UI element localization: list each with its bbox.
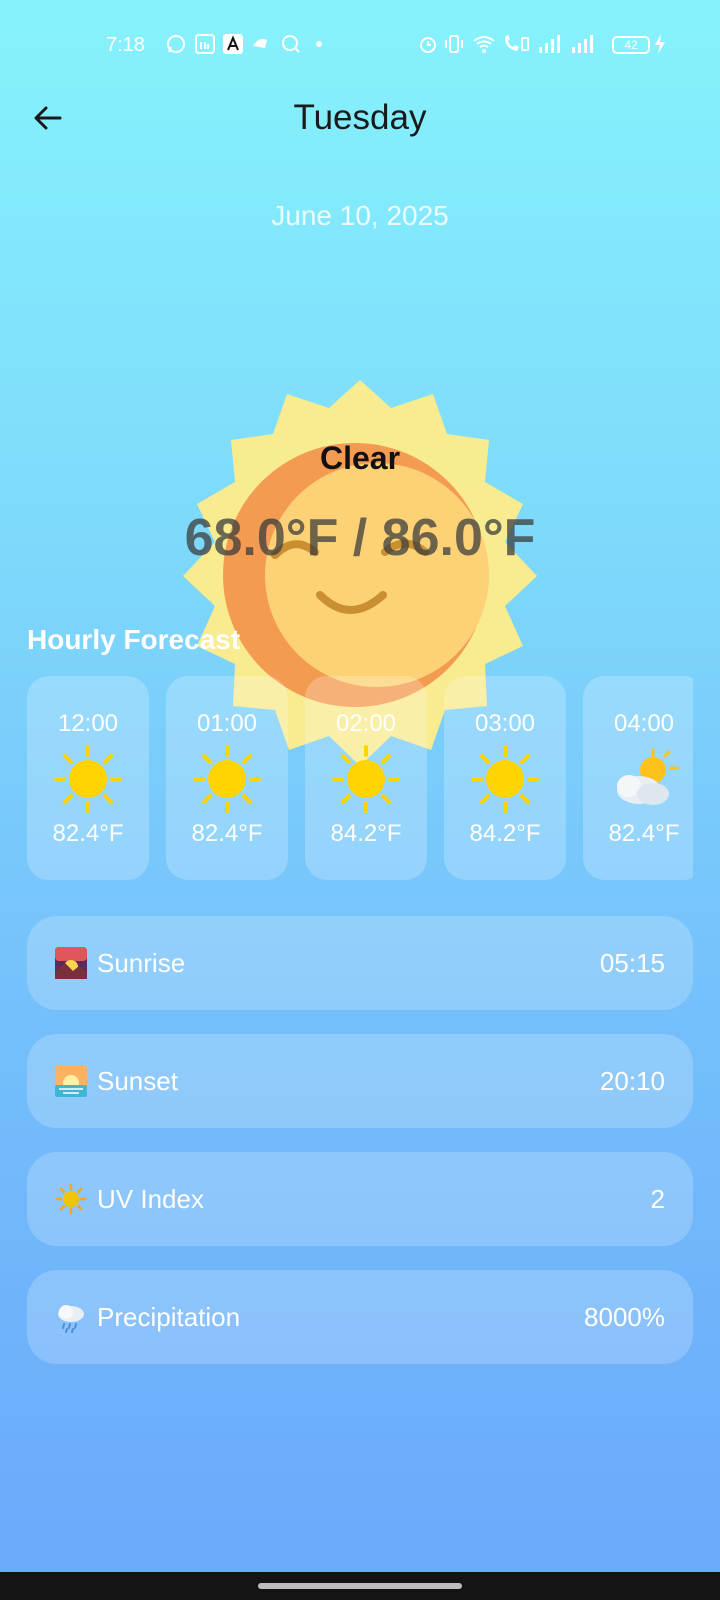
rain-cloud-icon bbox=[55, 1301, 87, 1333]
precipitation-value: 8000% bbox=[584, 1302, 665, 1332]
condition-label: Clear bbox=[319, 440, 401, 476]
hour-temp: 82.4°F bbox=[191, 820, 263, 847]
sun-small-icon bbox=[55, 1183, 87, 1215]
status-time: 7:18 bbox=[106, 34, 145, 56]
uv-index-row: UV Index 2 bbox=[27, 1152, 693, 1246]
hour-time: 02:00 bbox=[335, 710, 397, 737]
alarm-icon bbox=[418, 33, 438, 55]
system-nav-bar bbox=[0, 1572, 720, 1600]
sun-icon bbox=[192, 744, 262, 814]
hourly-card[interactable]: 03:00 84.2°F bbox=[444, 676, 566, 880]
uv-index-value: 2 bbox=[650, 1184, 665, 1214]
app-a-icon bbox=[223, 33, 243, 55]
hour-temp: 82.4°F bbox=[52, 820, 124, 847]
hourly-card[interactable]: 02:00 84.2°F bbox=[305, 676, 427, 880]
call-wifi-icon bbox=[502, 33, 530, 55]
sunrise-label: Sunrise bbox=[97, 948, 186, 978]
app-icon bbox=[251, 33, 271, 55]
hour-temp: 84.2°F bbox=[330, 820, 402, 847]
temperature-range: 68.0°F / 86.0°F bbox=[184, 509, 536, 567]
sunrise-row: Sunrise 05:15 bbox=[27, 916, 693, 1010]
date-label: June 10, 2025 bbox=[271, 200, 449, 231]
hour-temp: 82.4°F bbox=[608, 820, 680, 847]
hour-time: 03:00 bbox=[474, 710, 536, 737]
uv-index-label: UV Index bbox=[97, 1184, 204, 1214]
sun-icon bbox=[470, 744, 540, 814]
sunrise-value: 05:15 bbox=[599, 948, 665, 978]
page-title: Tuesday bbox=[293, 98, 427, 137]
hourly-forecast-title: Hourly Forecast bbox=[27, 624, 241, 655]
partly-cloudy-icon bbox=[609, 744, 679, 814]
hourly-card[interactable]: 01:00 82.4°F bbox=[166, 676, 288, 880]
hourly-card[interactable]: 04:00 82.4°F bbox=[583, 676, 693, 880]
hourly-forecast-list[interactable]: 12:00 82.4°F 01:00 82.4°F 02:00 84.2°F 0… bbox=[27, 676, 693, 880]
linkedin-icon bbox=[195, 33, 215, 55]
sunset-label: Sunset bbox=[97, 1066, 178, 1096]
search-circle-icon bbox=[281, 33, 301, 55]
hour-time: 01:00 bbox=[196, 710, 258, 737]
hour-time: 04:00 bbox=[613, 710, 675, 737]
sunset-icon bbox=[55, 1065, 87, 1097]
signal-icon bbox=[538, 33, 562, 55]
hour-temp: 84.2°F bbox=[469, 820, 541, 847]
sunset-value: 20:10 bbox=[599, 1066, 665, 1096]
charging-icon bbox=[654, 34, 666, 59]
hour-time: 12:00 bbox=[57, 710, 119, 737]
hourly-card[interactable]: 12:00 82.4°F bbox=[27, 676, 149, 880]
signal-icon bbox=[571, 33, 595, 55]
battery-indicator: 42 bbox=[612, 36, 650, 54]
precipitation-label: Precipitation bbox=[97, 1302, 241, 1332]
vibrate-icon bbox=[444, 33, 464, 55]
precipitation-row: Precipitation 8000% bbox=[27, 1270, 693, 1364]
sun-icon bbox=[331, 744, 401, 814]
sun-icon bbox=[53, 744, 123, 814]
dot-icon bbox=[314, 33, 324, 55]
whatsapp-icon bbox=[166, 33, 186, 55]
home-indicator[interactable] bbox=[258, 1583, 462, 1589]
sunset-row: Sunset 20:10 bbox=[27, 1034, 693, 1128]
sunrise-icon bbox=[55, 947, 87, 979]
status-bar: 7:18 42 bbox=[0, 0, 720, 90]
wifi-icon bbox=[472, 33, 496, 55]
